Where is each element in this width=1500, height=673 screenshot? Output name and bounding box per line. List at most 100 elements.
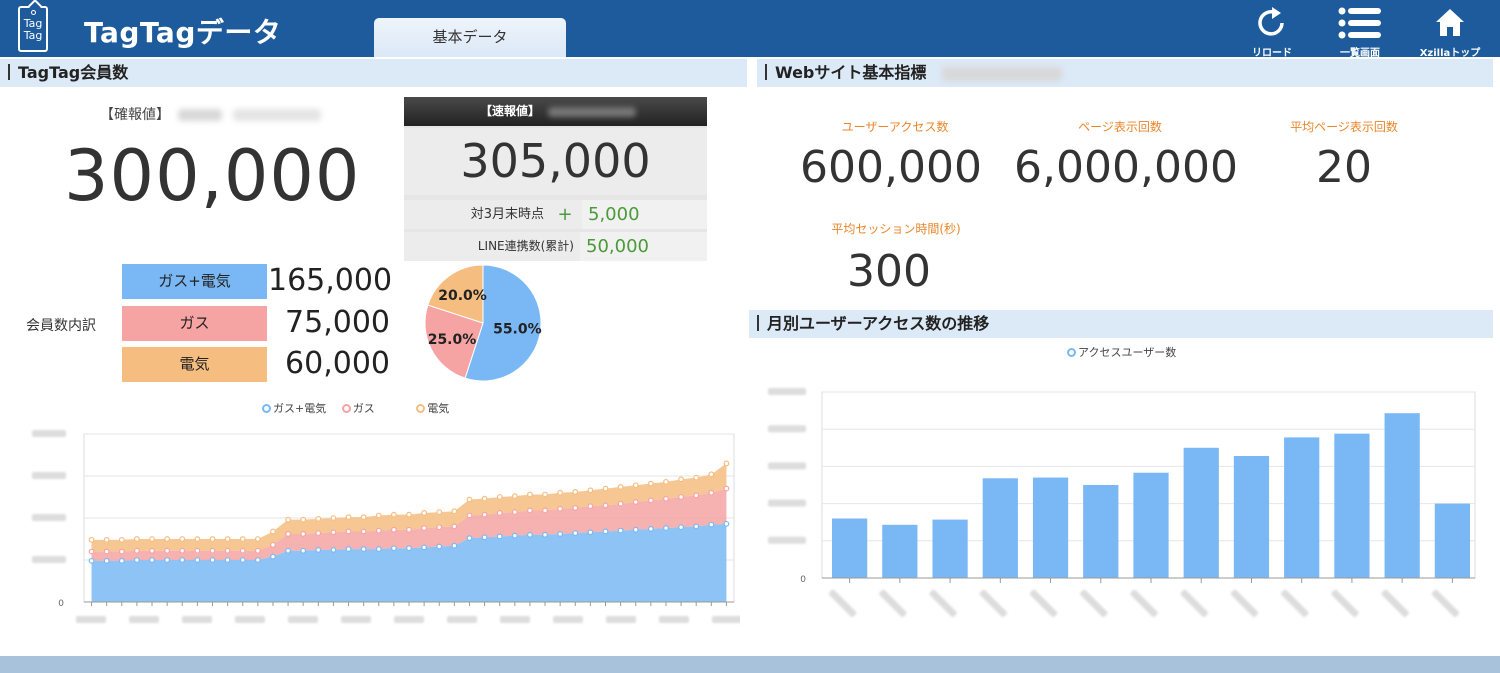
- area-point: [511, 509, 518, 516]
- area-point: [678, 476, 684, 483]
- x-tick-label-blurred: [712, 616, 740, 623]
- members-section-header: TagTag会員数: [0, 59, 747, 87]
- breakdown-gas-label: ガス: [122, 306, 267, 341]
- area-point: [723, 520, 730, 527]
- web-section-title: Webサイト基本指標: [775, 63, 927, 82]
- list-view-button[interactable]: 一覧画面: [1320, 4, 1400, 59]
- x-tick-label-blurred: [76, 616, 106, 623]
- area-point: [164, 557, 171, 563]
- monthly-section-header: 月別ユーザーアクセス数の推移: [749, 310, 1493, 338]
- area-point: [572, 530, 579, 537]
- y-tick-label-blurred: [768, 425, 806, 433]
- y-tick-label-blurred: [32, 556, 66, 563]
- area-point: [632, 499, 639, 505]
- list-icon: [1338, 7, 1381, 39]
- area-point: [254, 557, 261, 563]
- reload-label: リロード: [1252, 48, 1292, 59]
- area-point: [375, 512, 382, 519]
- area-point: [88, 557, 95, 564]
- area-point: [421, 544, 428, 551]
- legend-marker-icon: [262, 404, 271, 413]
- x-tick-label-blurred: [235, 616, 265, 623]
- bar: [882, 524, 918, 578]
- metric-avg-pages-value: 20: [1316, 142, 1372, 193]
- area-point: [315, 515, 322, 522]
- area-point: [194, 547, 201, 554]
- area-point: [149, 557, 155, 563]
- x-tick-label-blurred: [1080, 589, 1108, 618]
- x-tick-label-blurred: [182, 616, 212, 623]
- x-tick-label-blurred: [1130, 589, 1158, 618]
- legend-item[interactable]: ガス+電気: [262, 402, 326, 415]
- confirmed-label: 【確報値】: [100, 104, 321, 124]
- x-tick-label-blurred: [1331, 589, 1359, 618]
- area-point: [587, 503, 594, 510]
- area-point: [557, 531, 564, 537]
- area-point: [285, 531, 291, 537]
- area-point: [496, 494, 503, 500]
- legend-item[interactable]: アクセスユーザー数: [1067, 346, 1176, 359]
- area-point: [406, 545, 412, 552]
- area-point: [88, 536, 95, 543]
- x-tick-label-blurred: [129, 616, 159, 623]
- y-tick-label: 0: [800, 575, 806, 585]
- section-marker: [757, 315, 759, 331]
- area-point: [436, 509, 443, 516]
- area-point: [300, 547, 307, 554]
- area-point: [134, 536, 140, 542]
- pie-slice-label: 55.0%: [493, 321, 542, 337]
- bar: [1083, 485, 1119, 578]
- area-point: [224, 536, 231, 542]
- line-linked-row: LINE連携数(累計) 50,000: [404, 232, 707, 261]
- area-point: [481, 511, 488, 518]
- area-point: [557, 505, 564, 512]
- area-point: [270, 553, 276, 560]
- metric-user-access-label: ユーザーアクセス数: [841, 120, 949, 134]
- vs-march-label: 対3月末時点: [470, 207, 544, 222]
- line-linked-value: 50,000: [580, 232, 707, 261]
- x-tick-label-blurred: [929, 589, 957, 618]
- monthly-section-title: 月別ユーザーアクセス数の推移: [767, 314, 990, 333]
- bar: [932, 519, 968, 578]
- x-tick-label-blurred: [447, 616, 477, 623]
- x-tick-label-blurred: [394, 616, 424, 623]
- bar: [1384, 413, 1420, 578]
- bar: [1183, 447, 1219, 578]
- x-tick-label-blurred: [341, 616, 371, 623]
- x-tick-label-blurred: [1431, 589, 1460, 618]
- redacted-text: [178, 109, 223, 121]
- list-view-label: 一覧画面: [1340, 48, 1380, 59]
- area-point: [647, 480, 654, 487]
- area-point: [542, 491, 548, 498]
- legend-item[interactable]: 電気: [416, 402, 449, 415]
- section-marker: [765, 64, 767, 80]
- xzilla-top-button[interactable]: Xzillaトップ: [1410, 4, 1490, 59]
- legend-item[interactable]: ガス: [341, 402, 375, 415]
- area-point: [149, 536, 155, 542]
- legend-marker-icon: [416, 404, 426, 413]
- tagtag-logo: Tag Tag: [18, 6, 48, 52]
- bar: [1233, 455, 1270, 578]
- area-point: [270, 541, 276, 548]
- reload-button[interactable]: リロード: [1232, 4, 1312, 59]
- area-point: [254, 547, 261, 554]
- x-tick-label-blurred: [288, 616, 318, 623]
- area-point: [451, 508, 458, 515]
- area-point: [134, 557, 140, 563]
- tab-basic-data[interactable]: 基本データ: [374, 18, 566, 57]
- area-point: [179, 557, 186, 563]
- area-point: [663, 478, 669, 485]
- area-point: [209, 557, 216, 563]
- area-point: [708, 521, 715, 528]
- app-title: TagTagデータ: [84, 16, 282, 49]
- bar: [982, 478, 1018, 578]
- area-point: [527, 507, 533, 514]
- metric-avg-pages-label: 平均ページ表示回数: [1290, 120, 1398, 134]
- area-point: [345, 514, 352, 521]
- area-point: [527, 491, 533, 498]
- area-point: [617, 527, 624, 534]
- area-point: [557, 489, 564, 496]
- area-point: [239, 536, 246, 542]
- line-linked-label: LINE連携数(累計): [477, 239, 574, 253]
- logo-text-2: Tag: [23, 29, 43, 42]
